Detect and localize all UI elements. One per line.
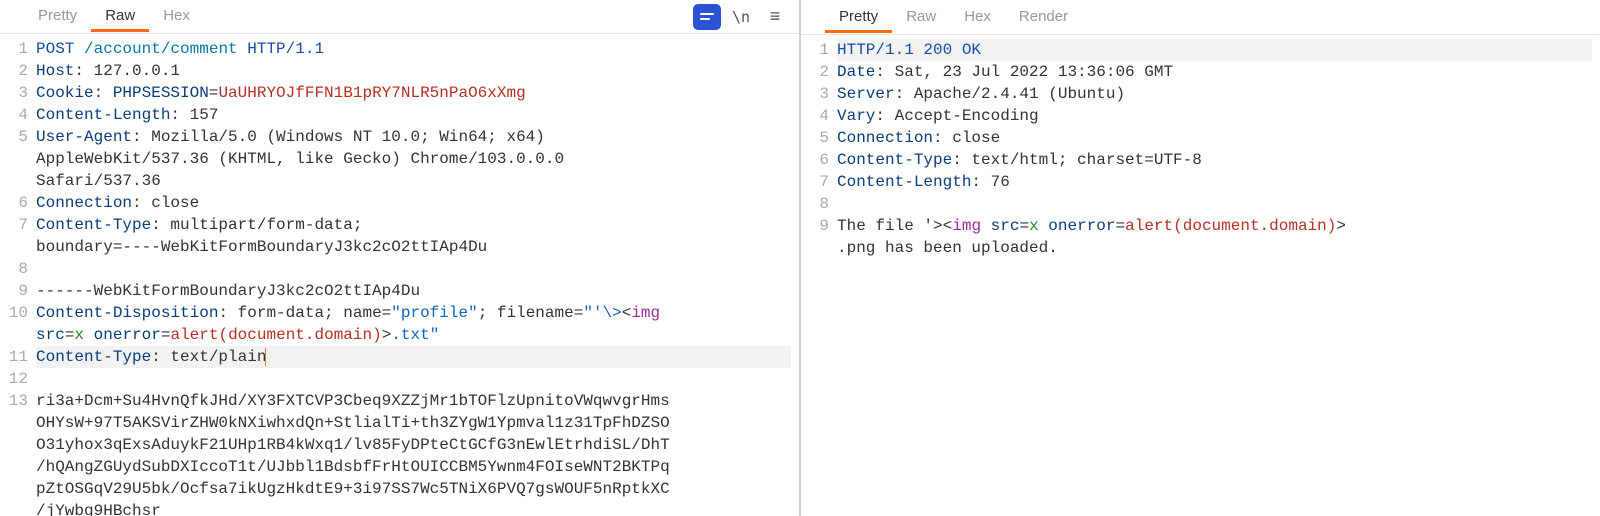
request-pane: Pretty Raw Hex \n ≡ 12345678910111213 PO…: [0, 0, 801, 516]
hamburger-menu-icon[interactable]: ≡: [761, 4, 789, 30]
tab-hex[interactable]: Hex: [149, 1, 204, 32]
request-tabbar: Pretty Raw Hex \n ≡: [0, 0, 799, 34]
split-view: Pretty Raw Hex \n ≡ 12345678910111213 PO…: [0, 0, 1600, 516]
code-line[interactable]: Content-Length: 76: [837, 171, 1592, 193]
code-line[interactable]: ri3a+Dcm+Su4HvnQfkJHd/XY3FXTCVP3Cbeq9XZZ…: [36, 390, 791, 412]
newline-toggle-icon[interactable]: \n: [727, 4, 755, 30]
code-line[interactable]: /jYwbg9HBchsr: [36, 500, 791, 516]
response-gutter: 123456789: [801, 35, 835, 516]
response-tabbar: Pretty Raw Hex Render: [801, 0, 1600, 35]
code-line[interactable]: Cookie: PHPSESSION=UaUHRYOJfFFN1B1pRY7NL…: [36, 82, 791, 104]
code-line[interactable]: User-Agent: Mozilla/5.0 (Windows NT 10.0…: [36, 126, 791, 148]
tab-raw[interactable]: Raw: [91, 1, 149, 32]
code-line[interactable]: Content-Type: multipart/form-data;: [36, 214, 791, 236]
code-line[interactable]: O31yhox3qExsAduykF21UHp1RB4kWxq1/lv85FyD…: [36, 434, 791, 456]
code-line[interactable]: .png has been uploaded.: [837, 237, 1592, 259]
inspector-icon[interactable]: [693, 4, 721, 30]
code-line[interactable]: Content-Length: 157: [36, 104, 791, 126]
code-line[interactable]: POST /account/comment HTTP/1.1: [36, 38, 791, 60]
code-line[interactable]: Content-Type: text/plain: [36, 346, 791, 368]
code-line[interactable]: Date: Sat, 23 Jul 2022 13:36:06 GMT: [837, 61, 1592, 83]
response-pane: Pretty Raw Hex Render 123456789 HTTP/1.1…: [801, 0, 1600, 516]
code-line[interactable]: ------WebKitFormBoundaryJ3kc2cO2ttIAp4Du: [36, 280, 791, 302]
code-line[interactable]: HTTP/1.1 200 OK: [837, 39, 1592, 61]
code-line[interactable]: Safari/537.36: [36, 170, 791, 192]
code-line[interactable]: Connection: close: [837, 127, 1592, 149]
code-line[interactable]: Connection: close: [36, 192, 791, 214]
code-line[interactable]: Content-Disposition: form-data; name="pr…: [36, 302, 791, 324]
code-line[interactable]: Content-Type: text/html; charset=UTF-8: [837, 149, 1592, 171]
request-gutter: 12345678910111213: [0, 34, 34, 516]
response-source: HTTP/1.1 200 OKDate: Sat, 23 Jul 2022 13…: [835, 35, 1600, 516]
tab-pretty[interactable]: Pretty: [825, 2, 892, 33]
code-line[interactable]: /hQAngZGUydSubDXIccoT1t/UJbbl1BdsbfFrHtO…: [36, 456, 791, 478]
code-line[interactable]: [36, 258, 791, 280]
request-source[interactable]: POST /account/comment HTTP/1.1Host: 127.…: [34, 34, 799, 516]
code-line[interactable]: The file '><img src=x onerror=alert(docu…: [837, 215, 1592, 237]
code-line[interactable]: OHYsW+97T5AKSVirZHW0kNXiwhxdQn+StlialTi+…: [36, 412, 791, 434]
code-line[interactable]: Host: 127.0.0.1: [36, 60, 791, 82]
response-viewer[interactable]: 123456789 HTTP/1.1 200 OKDate: Sat, 23 J…: [801, 35, 1600, 516]
tab-pretty[interactable]: Pretty: [24, 1, 91, 32]
code-line[interactable]: AppleWebKit/537.36 (KHTML, like Gecko) C…: [36, 148, 791, 170]
code-line[interactable]: Server: Apache/2.4.41 (Ubuntu): [837, 83, 1592, 105]
request-editor[interactable]: 12345678910111213 POST /account/comment …: [0, 34, 799, 516]
code-line[interactable]: pZtOSGqV29U5bk/Ocfsa7ikUgzHkdtE9+3i97SS7…: [36, 478, 791, 500]
code-line[interactable]: Vary: Accept-Encoding: [837, 105, 1592, 127]
code-line[interactable]: [837, 193, 1592, 215]
code-line[interactable]: [36, 368, 791, 390]
tab-render[interactable]: Render: [1005, 2, 1082, 33]
tab-hex[interactable]: Hex: [950, 2, 1005, 33]
tab-raw[interactable]: Raw: [892, 2, 950, 33]
code-line[interactable]: boundary=----WebKitFormBoundaryJ3kc2cO2t…: [36, 236, 791, 258]
code-line[interactable]: src=x onerror=alert(document.domain)>.tx…: [36, 324, 791, 346]
